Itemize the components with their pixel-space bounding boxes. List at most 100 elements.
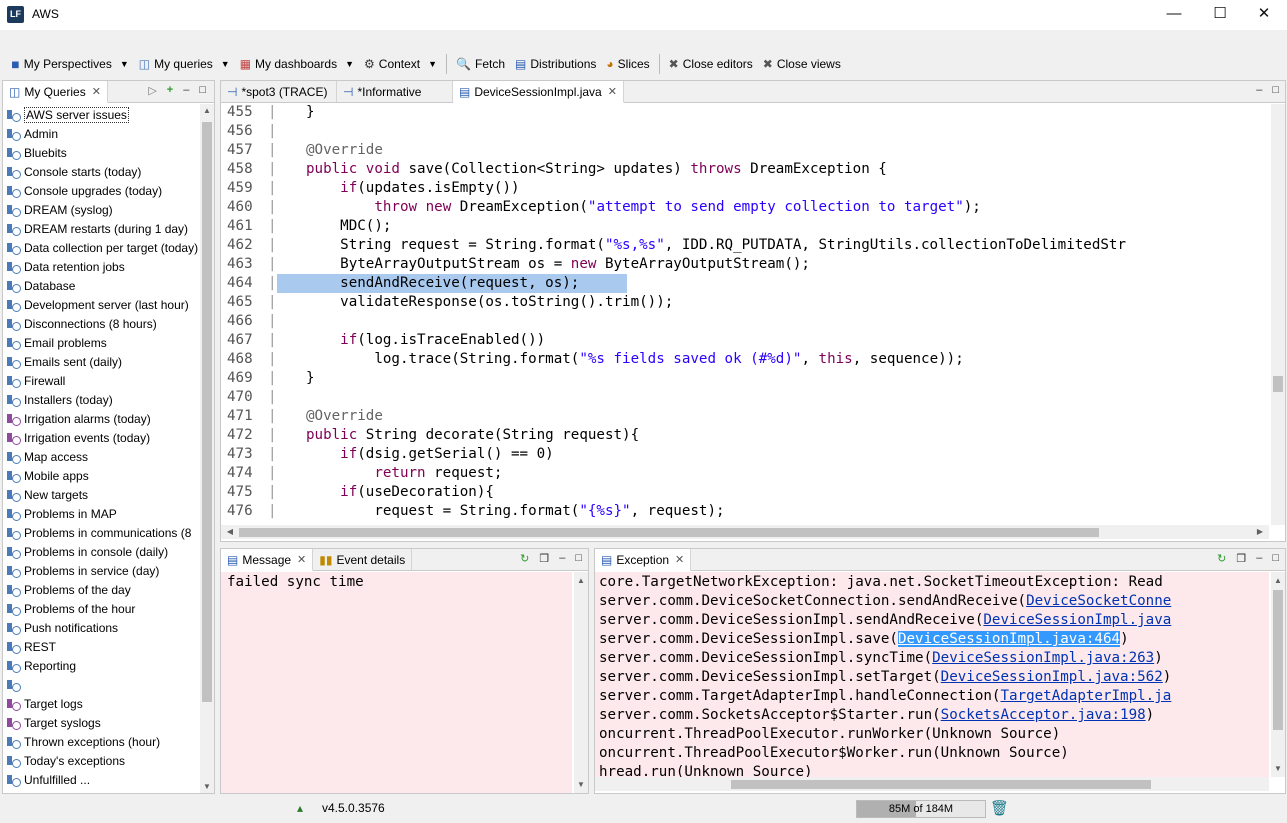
close-tab-icon[interactable]: ✕ (297, 553, 306, 566)
source-link[interactable]: DeviceSessionImpl.java:464 (897, 631, 1121, 647)
query-item[interactable]: Irrigation events (today) (7, 428, 198, 447)
code-line[interactable]: 457 | @Override (221, 141, 1269, 160)
toolbar-my-queries-button[interactable]: ◫ My queries ▼ (134, 52, 235, 76)
query-item[interactable]: Development server (last hour) (7, 295, 198, 314)
stacktrace-line[interactable]: server.comm.DeviceSessionImpl.sendAndRec… (599, 611, 1171, 630)
run-icon[interactable]: ▷ (148, 84, 156, 97)
code-line[interactable]: 470 | (221, 388, 1269, 407)
refresh-icon[interactable]: ↻ (1217, 552, 1226, 565)
code-line[interactable]: 462 | String request = String.format("%s,… (221, 236, 1269, 255)
scroll-right-arrow-icon[interactable]: ▶ (1253, 527, 1267, 536)
toolbar-my-perspectives-button[interactable]: ◾ My Perspectives ▼ (6, 52, 134, 76)
query-item[interactable]: DREAM (syslog) (7, 200, 198, 219)
stacktrace-line[interactable]: server.comm.DeviceSocketConnection.sendA… (599, 592, 1171, 611)
code-line[interactable]: 461 | MDC(); (221, 217, 1269, 236)
query-item[interactable]: Email problems (7, 333, 198, 352)
query-item[interactable]: Bluebits (7, 143, 198, 162)
query-item[interactable]: Unfulfilled ... (7, 770, 198, 789)
query-item[interactable]: Admin (7, 124, 198, 143)
source-link[interactable]: DeviceSocketConne (1026, 593, 1171, 609)
copy-icon[interactable]: ❐ (539, 552, 549, 565)
maximize-view-icon[interactable]: □ (1272, 552, 1279, 565)
maximize-view-icon[interactable]: □ (575, 552, 582, 565)
query-item[interactable]: New targets (7, 485, 198, 504)
query-item[interactable]: Push notifications (7, 618, 198, 637)
minimize-view-icon[interactable]: – (559, 552, 565, 565)
add-icon[interactable]: + (167, 84, 173, 97)
query-item[interactable]: Problems in console (daily) (7, 542, 198, 561)
stacktrace-line[interactable]: server.comm.SocketsAcceptor$Starter.run(… (599, 706, 1154, 725)
exception-hscrollbar[interactable] (595, 777, 1269, 791)
stacktrace-line[interactable]: oncurrent.ThreadPoolExecutor.runWorker(U… (599, 725, 1060, 744)
code-line[interactable]: 463 | ByteArrayOutputStream os = new Byte… (221, 255, 1269, 274)
query-item[interactable]: Installers (today) (7, 390, 198, 409)
tab-my-queries[interactable]: ◫ My Queries ✕ (3, 81, 108, 103)
scroll-thumb[interactable] (1273, 590, 1283, 730)
code-line[interactable]: 464 | sendAndReceive(request, os); (221, 274, 1269, 293)
maximize-view-icon[interactable]: □ (1272, 84, 1279, 96)
close-tab-icon[interactable]: ✕ (675, 553, 684, 566)
query-item[interactable]: Console starts (today) (7, 162, 198, 181)
query-item[interactable]: Firewall (7, 371, 198, 390)
scroll-thumb[interactable] (239, 528, 1099, 537)
query-item[interactable]: Irrigation alarms (today) (7, 409, 198, 428)
toolbar-distributions-button[interactable]: ▤ Distributions (510, 52, 601, 76)
tab-editor-0[interactable]: ⊣ *spot3 (TRACE) (221, 81, 337, 102)
scroll-left-arrow-icon[interactable]: ◀ (223, 527, 237, 536)
scroll-thumb[interactable] (202, 122, 212, 702)
toolbar-close-views-button[interactable]: ✖ Close views (758, 52, 846, 76)
code-line[interactable]: 460 | throw new DreamException("attempt t… (221, 198, 1269, 217)
minimize-view-icon[interactable]: – (1256, 552, 1262, 565)
code-line[interactable]: 458 | public void save(Collection<String> … (221, 160, 1269, 179)
query-item[interactable]: Problems in communications (8 (7, 523, 198, 542)
scroll-down-arrow-icon[interactable]: ▼ (1271, 764, 1285, 773)
stacktrace-line[interactable]: server.comm.DeviceSessionImpl.syncTime(D… (599, 649, 1163, 668)
source-link[interactable]: DeviceSessionImpl.java (983, 612, 1171, 628)
source-link[interactable]: TargetAdapterImpl.ja (1000, 688, 1171, 704)
query-item[interactable]: DREAM restarts (during 1 day) (7, 219, 198, 238)
source-link[interactable]: SocketsAcceptor.java:198 (941, 707, 1146, 723)
query-item[interactable]: Problems of the hour (7, 599, 198, 618)
query-item[interactable]: Emails sent (daily) (7, 352, 198, 371)
code-line[interactable]: 469 |} (221, 369, 1269, 388)
query-item[interactable]: Map access (7, 447, 198, 466)
query-item[interactable]: Target logs (7, 694, 198, 713)
copy-icon[interactable]: ❐ (1236, 552, 1246, 565)
code-line[interactable]: 471 | @Override (221, 407, 1269, 426)
close-window-button[interactable]: ✕ (1241, 0, 1287, 30)
trash-icon[interactable]: 🗑 (990, 799, 1009, 817)
scroll-thumb[interactable] (1273, 376, 1283, 392)
editor-hscrollbar[interactable]: ◀ ▶ (221, 525, 1269, 539)
code-line[interactable]: 468 | log.trace(String.format("%s fields … (221, 350, 1269, 369)
query-item[interactable]: Database (7, 276, 198, 295)
tab-message[interactable]: ▤ Message ✕ (221, 549, 314, 571)
query-item[interactable]: Thrown exceptions (hour) (7, 732, 198, 751)
query-item[interactable]: Problems in MAP (7, 504, 198, 523)
minimize-view-icon[interactable]: – (183, 84, 189, 97)
code-line[interactable]: 475 | if(useDecoration){ (221, 483, 1269, 502)
query-item[interactable]: Problems of the day (7, 580, 198, 599)
stacktrace-line[interactable]: server.comm.DeviceSessionImpl.setTarget(… (599, 668, 1171, 687)
query-item[interactable]: Mobile apps (7, 466, 198, 485)
query-item[interactable]: AWS server issues (7, 105, 198, 124)
source-link[interactable]: DeviceSessionImpl.java:562 (941, 669, 1163, 685)
query-item[interactable]: Data retention jobs (7, 257, 198, 276)
code-line[interactable]: 466 | (221, 312, 1269, 331)
code-line[interactable]: 459 | if(updates.isEmpty()) (221, 179, 1269, 198)
scroll-thumb[interactable] (731, 780, 1151, 789)
tab-event-details[interactable]: ▮▮ Event details (313, 549, 413, 570)
toolbar-slices-button[interactable]: ◕ Slices (601, 52, 654, 76)
query-item[interactable]: Problems in service (day) (7, 561, 198, 580)
stacktrace-line[interactable]: oncurrent.ThreadPoolExecutor$Worker.run(… (599, 744, 1069, 763)
query-item[interactable]: Today's exceptions (7, 751, 198, 770)
source-link[interactable]: DeviceSessionImpl.java:263 (932, 650, 1154, 666)
code-line[interactable]: 472 | public String decorate(String reques… (221, 426, 1269, 445)
close-tab-icon[interactable]: ✕ (92, 85, 101, 98)
scroll-down-arrow-icon[interactable]: ▼ (200, 782, 214, 791)
maximize-view-icon[interactable]: □ (199, 84, 206, 97)
chevron-down-icon[interactable]: ▼ (120, 59, 129, 69)
chevron-down-icon[interactable]: ▼ (221, 59, 230, 69)
code-line[interactable]: 455 |} (221, 104, 1269, 122)
scroll-up-arrow-icon[interactable]: ▲ (200, 106, 214, 115)
tab-editor-2[interactable]: ▤ DeviceSessionImpl.java ✕ (453, 81, 624, 103)
